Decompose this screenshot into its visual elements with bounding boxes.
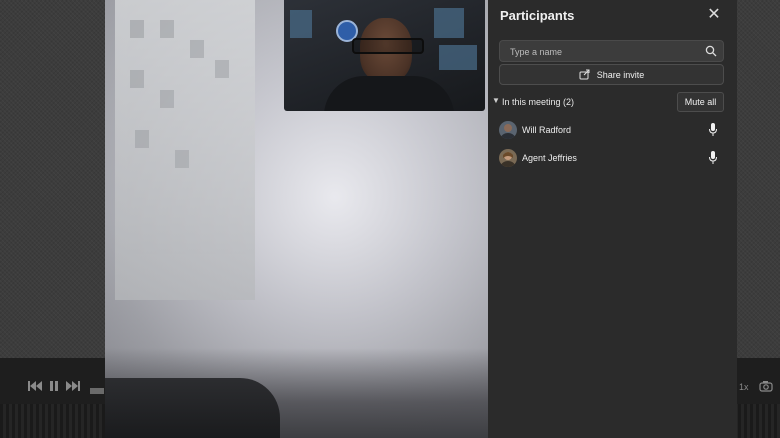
share-invite-button[interactable]: Share invite	[499, 64, 724, 85]
avatar	[499, 149, 517, 167]
participant-body	[324, 76, 454, 111]
chevron-down-icon[interactable]: ▼	[492, 96, 500, 106]
glasses	[352, 38, 424, 54]
participant-name: Agent Jeffries	[522, 153, 577, 163]
search-input[interactable]	[508, 41, 702, 63]
pause-icon[interactable]	[49, 380, 59, 394]
in-meeting-label[interactable]: In this meeting (2)	[502, 97, 574, 107]
mute-all-button[interactable]: Mute all	[677, 92, 724, 112]
building-scene	[115, 0, 255, 300]
self-view-video[interactable]	[284, 0, 485, 111]
microphone-icon[interactable]	[708, 123, 718, 137]
in-meeting-section: ▼ In this meeting (2) Mute all	[492, 92, 728, 112]
share-icon	[579, 69, 590, 80]
playback-speed[interactable]: 1x	[739, 382, 749, 392]
participants-panel: Participants ✕ Share invite ▼ In this me…	[488, 0, 737, 438]
car-silhouette	[105, 378, 280, 438]
avatar	[499, 121, 517, 139]
close-icon[interactable]: ✕	[705, 6, 723, 24]
participant-row[interactable]: Agent Jeffries	[499, 149, 724, 169]
skip-forward-icon[interactable]	[66, 380, 80, 394]
skip-back-icon[interactable]	[28, 380, 42, 394]
search-icon[interactable]	[705, 45, 717, 57]
volume-indicator[interactable]	[90, 383, 104, 397]
camera-icon[interactable]	[759, 380, 773, 395]
microphone-icon[interactable]	[708, 151, 718, 165]
participant-name: Will Radford	[522, 125, 572, 135]
panel-title: Participants	[500, 8, 575, 23]
share-invite-label: Share invite	[596, 69, 645, 80]
search-field[interactable]	[499, 40, 724, 63]
participant-row[interactable]: Will Radford	[499, 121, 724, 141]
